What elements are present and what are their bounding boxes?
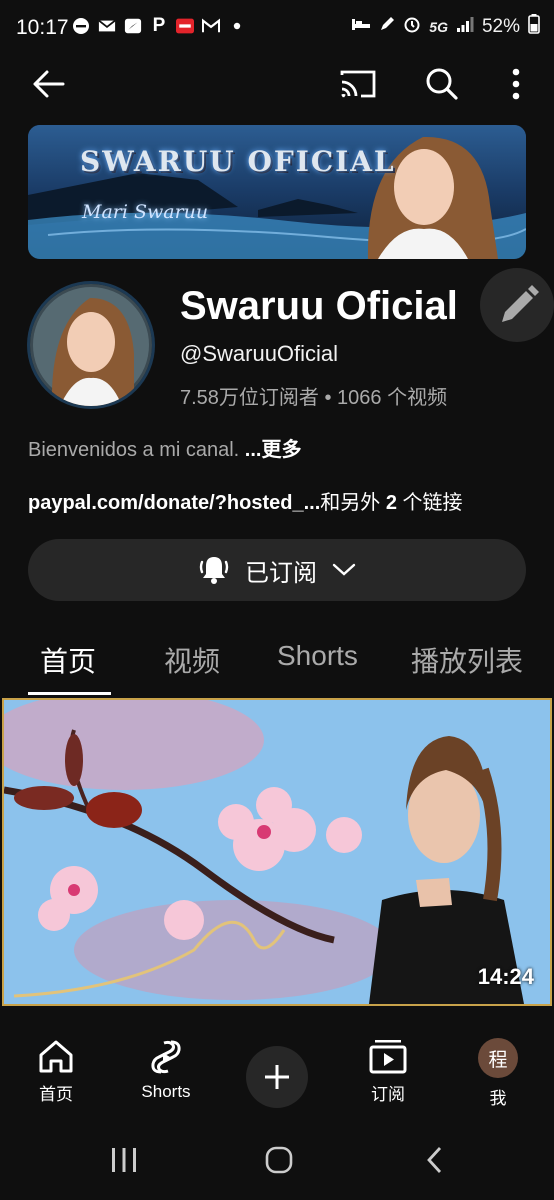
minus-circle-icon	[72, 17, 90, 35]
link-url[interactable]: paypal.com/donate/?hosted_...	[28, 492, 320, 514]
channel-name: Swaruu Oficial	[180, 284, 458, 328]
profile-avatar: 程	[478, 1038, 518, 1078]
banner-script: Mari Swaruu	[82, 201, 209, 223]
edit-button[interactable]	[480, 268, 554, 342]
system-icons: 5G 52%	[351, 14, 540, 39]
nav-subscriptions-label: 订阅	[371, 1085, 405, 1104]
gmail-icon	[202, 17, 220, 35]
more-vert-icon	[512, 68, 520, 100]
home-circle-icon	[265, 1146, 293, 1174]
channel-tabs: 首页 视频 Shorts 播放列表	[0, 620, 554, 698]
plus-icon	[265, 1065, 289, 1089]
link-unit: 个链接	[402, 492, 463, 514]
description-text: Bienvenidos a mi canal.	[28, 439, 240, 461]
alarm-icon	[403, 15, 421, 38]
battery-text: 52%	[481, 15, 520, 37]
create-button[interactable]	[246, 1046, 308, 1108]
subscriptions-icon	[369, 1040, 407, 1074]
avatar-image	[30, 284, 152, 406]
back-chevron-icon	[427, 1147, 442, 1173]
channel-description[interactable]: Bienvenidos a mi canal. ...更多	[28, 433, 301, 462]
mail-icon	[98, 17, 116, 35]
network-label: 5G	[429, 18, 448, 35]
p-icon: P	[152, 15, 166, 36]
channel-stats: 7.58万位订阅者 • 1066 个视频	[180, 387, 448, 409]
notification-icons: P	[72, 15, 246, 36]
shorts-icon	[151, 1040, 181, 1074]
channel-handle: @SwaruuOficial	[180, 341, 339, 366]
back-button[interactable]	[26, 62, 70, 106]
subscribed-button[interactable]: 已订阅	[28, 539, 526, 601]
recents-icon	[112, 1148, 136, 1172]
nav-shorts[interactable]: Shorts	[126, 1038, 206, 1102]
nav-home-label: 首页	[39, 1085, 73, 1104]
pencil-icon	[502, 285, 539, 322]
featured-video-thumbnail[interactable]: 14:24	[2, 698, 552, 1006]
status-bar: 10:17 P 5G 52%	[0, 0, 554, 56]
channel-banner: SWARUU OFICIAL Mari Swaruu	[28, 125, 526, 259]
tab-home[interactable]: 首页	[40, 640, 96, 680]
link-count: 2	[385, 492, 397, 514]
subscribed-label: 已订阅	[245, 559, 317, 587]
signal-icon	[456, 16, 474, 37]
nav-home[interactable]: 首页	[16, 1038, 96, 1105]
battery-icon	[528, 14, 540, 39]
tab-shorts[interactable]: Shorts	[277, 640, 358, 672]
status-time: 10:17	[16, 16, 69, 39]
dot-icon	[228, 17, 246, 35]
search-button[interactable]	[420, 62, 464, 106]
channel-avatar[interactable]	[30, 284, 152, 406]
app-icon	[176, 17, 194, 35]
system-navigation	[0, 1120, 554, 1200]
home-icon	[39, 1040, 73, 1073]
nav-you[interactable]: 程 我	[458, 1038, 538, 1109]
more-button[interactable]	[494, 62, 538, 106]
nav-shorts-label: Shorts	[141, 1082, 191, 1101]
channel-links[interactable]: paypal.com/donate/?hosted_...和另外 2 个链接	[28, 486, 463, 515]
link-suffix: 和另外	[320, 492, 381, 514]
bell-ringing-icon	[199, 557, 229, 584]
thumbnail-art	[4, 700, 550, 1004]
video-duration: 14:24	[477, 964, 534, 989]
back-nav-button[interactable]	[404, 1140, 464, 1180]
banner-title: SWARUU OFICIAL	[80, 145, 396, 178]
nav-subscriptions[interactable]: 订阅	[348, 1038, 428, 1105]
recent-apps-button[interactable]	[94, 1140, 154, 1180]
search-icon	[426, 68, 458, 100]
tab-videos[interactable]: 视频	[164, 640, 220, 680]
send-icon	[124, 17, 142, 35]
home-button[interactable]	[249, 1140, 309, 1180]
app-bar	[0, 56, 554, 108]
nav-you-label: 我	[489, 1089, 507, 1108]
bed-icon	[351, 16, 371, 37]
cast-button[interactable]	[336, 62, 380, 106]
pen-icon	[379, 16, 395, 37]
description-more[interactable]: ...更多	[245, 439, 302, 461]
bottom-navigation: 首页 Shorts 订阅 程 我	[0, 1018, 554, 1120]
back-arrow-icon	[33, 70, 65, 98]
chevron-down-icon	[332, 563, 356, 576]
cast-icon	[340, 70, 376, 98]
tab-indicator	[28, 692, 111, 695]
tab-playlists[interactable]: 播放列表	[411, 640, 523, 680]
